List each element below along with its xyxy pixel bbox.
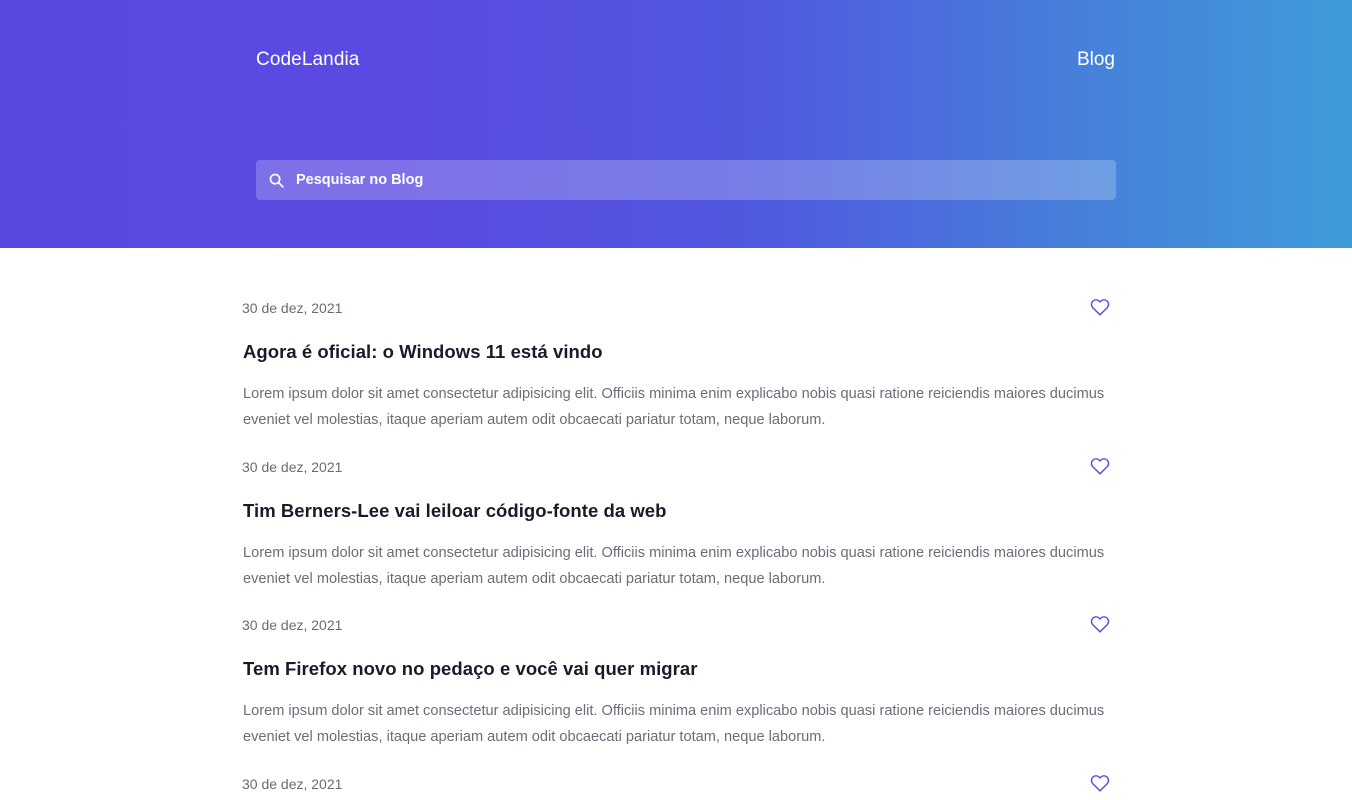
post-excerpt: Lorem ipsum dolor sit amet consectetur a… — [243, 545, 1105, 587]
heart-icon[interactable] — [1088, 775, 1112, 794]
nav-link-blog[interactable]: Blog — [1077, 48, 1115, 72]
post-date: 30 de dez, 2021 — [242, 617, 343, 633]
hero-header: CodeLandia Blog — [0, 0, 1352, 248]
post-title[interactable]: Tim Berners-Lee vai leiloar código-fonte… — [243, 499, 667, 523]
post-item: 30 de dez, 2021 — [242, 775, 1122, 800]
heart-icon[interactable] — [1088, 613, 1112, 635]
post-title[interactable]: Tem Firefox novo no pedaço e você vai qu… — [243, 657, 697, 681]
post-title[interactable]: Agora é oficial: o Windows 11 está vindo — [243, 340, 603, 364]
search-input[interactable] — [296, 160, 1106, 200]
post-date: 30 de dez, 2021 — [242, 300, 343, 316]
heart-icon[interactable] — [1088, 296, 1112, 318]
post-excerpt: Lorem ipsum dolor sit amet consectetur a… — [243, 703, 1105, 745]
post-date: 30 de dez, 2021 — [242, 459, 343, 475]
post-date: 30 de dez, 2021 — [242, 776, 343, 792]
brand-logo[interactable]: CodeLandia — [256, 48, 359, 72]
search-bar[interactable] — [256, 160, 1116, 200]
search-icon — [269, 173, 284, 188]
post-excerpt: Lorem ipsum dolor sit amet consectetur a… — [243, 386, 1105, 428]
heart-icon[interactable] — [1088, 455, 1112, 477]
